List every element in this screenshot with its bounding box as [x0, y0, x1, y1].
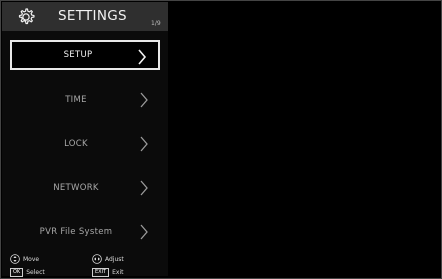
menu-item-network[interactable]: NETWORK	[10, 173, 160, 203]
menu-item-label: PVR File System	[39, 227, 113, 237]
hint-exit-label: Exit	[112, 269, 124, 276]
chevron-right-icon	[140, 92, 148, 108]
chevron-right-icon	[140, 224, 148, 240]
menu-item-label: LOCK	[64, 139, 88, 149]
ok-key-badge: OK	[10, 268, 24, 277]
hint-adjust-label: Adjust	[105, 255, 124, 263]
chevron-right-icon	[138, 49, 147, 65]
menu-item-pvr-file-system[interactable]: PVR File System	[10, 217, 160, 247]
key-hints-footer: Move Adjust OK Select EXIT Exit	[2, 254, 168, 277]
menu-item-label: TIME	[65, 95, 87, 105]
hint-move: Move	[10, 254, 39, 264]
menu-item-lock[interactable]: LOCK	[10, 129, 160, 159]
settings-header: SETTINGS 1/9	[2, 2, 168, 31]
hint-exit: EXIT Exit	[92, 268, 124, 277]
gear-icon	[18, 8, 35, 25]
exit-key-badge: EXIT	[92, 268, 110, 277]
settings-panel: SETTINGS 1/9 SETUP TIME LOCK NETWORK PVR…	[2, 2, 168, 277]
page-title: SETTINGS	[58, 8, 127, 24]
menu-item-label: NETWORK	[53, 183, 99, 193]
chevron-right-icon	[140, 136, 148, 152]
hint-select: OK Select	[10, 268, 45, 277]
hint-select-label: Select	[26, 269, 45, 276]
hint-adjust: Adjust	[92, 254, 124, 264]
page-counter: 1/9	[151, 20, 161, 27]
up-down-keys-icon	[10, 254, 20, 264]
left-right-keys-icon	[92, 254, 102, 264]
menu-item-label: SETUP	[63, 50, 93, 60]
chevron-right-icon	[140, 180, 148, 196]
hint-move-label: Move	[23, 255, 40, 263]
menu-item-setup[interactable]: SETUP	[10, 40, 160, 70]
menu-item-time[interactable]: TIME	[10, 85, 160, 115]
